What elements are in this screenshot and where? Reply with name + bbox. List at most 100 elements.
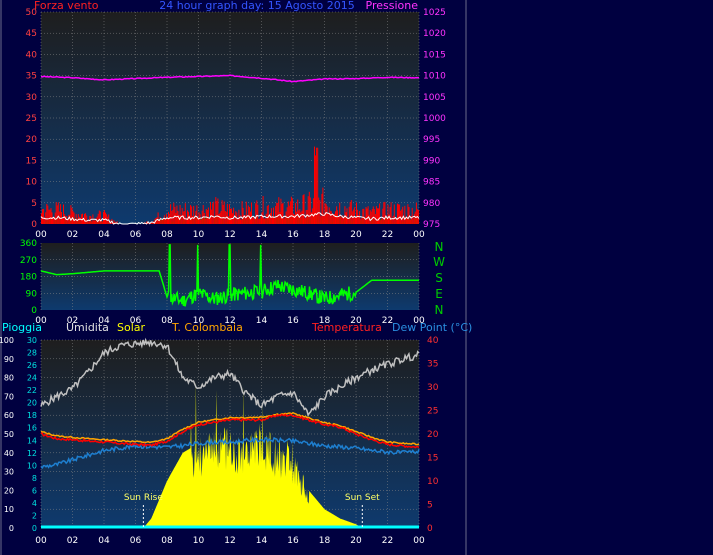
wind-speed-bar bbox=[193, 205, 195, 224]
pressure-tick-label: 995 bbox=[423, 135, 440, 145]
wind-speed-bar bbox=[62, 218, 63, 224]
x-tick-label: 14 bbox=[256, 230, 268, 240]
wind-tick-label: 45 bbox=[26, 29, 37, 39]
wind-speed-bar bbox=[233, 207, 235, 224]
x-tick-label: 12 bbox=[224, 230, 235, 240]
wind-speed-bar bbox=[412, 217, 414, 224]
wind-speed-bar bbox=[259, 218, 261, 224]
wind-speed-bar bbox=[339, 202, 341, 224]
wind-speed-bar bbox=[274, 218, 276, 224]
wind-speed-bar bbox=[316, 147, 318, 224]
rain-tick-label: 6 bbox=[32, 486, 37, 495]
wind-tick-label: 15 bbox=[26, 156, 37, 166]
wind-speed-bar bbox=[209, 218, 210, 224]
wind-speed-bar bbox=[64, 214, 66, 224]
wind-speed-bar bbox=[387, 204, 389, 224]
wind-speed-bar bbox=[191, 206, 193, 224]
wind-speed-bar bbox=[350, 200, 352, 224]
compass-w: W bbox=[433, 255, 445, 269]
wind-speed-bar bbox=[50, 208, 52, 224]
direction-ticks: 0 90 180 270 360 bbox=[20, 239, 37, 316]
wind-tick-label: 5 bbox=[31, 199, 37, 209]
wind-speed-bar bbox=[190, 204, 192, 224]
pressure-tick-label: 1000 bbox=[423, 114, 446, 124]
wind-speed-bar bbox=[331, 213, 333, 224]
wind-speed-bar bbox=[322, 187, 324, 224]
wind-speed-bar bbox=[297, 199, 299, 224]
wind-speed-bar bbox=[255, 203, 257, 224]
wind-speed-bar bbox=[344, 206, 346, 224]
wind-tick-label: 10 bbox=[26, 178, 38, 188]
wind-speed-bar bbox=[284, 215, 286, 224]
wind-speed-bar bbox=[377, 208, 378, 224]
wind-speed-bar bbox=[48, 209, 50, 224]
wind-speed-bar bbox=[176, 205, 178, 224]
wind-speed-bar bbox=[194, 217, 196, 224]
temperature-ticks: 0 5 10 15 20 25 30 35 40 bbox=[427, 336, 439, 534]
wind-speed-bar bbox=[254, 219, 256, 224]
wind-speed-bar bbox=[346, 208, 348, 224]
pressure-tick-label: 1015 bbox=[423, 50, 446, 60]
percent-tick-label: 10 bbox=[4, 505, 14, 514]
wind-speed-bar bbox=[318, 197, 320, 224]
wind-speed-bar bbox=[101, 221, 103, 224]
wind-speed-bar bbox=[187, 210, 188, 224]
x-tick-label: 16 bbox=[287, 536, 299, 546]
wind-speed-bar bbox=[49, 209, 51, 224]
wind-speed-bar bbox=[268, 216, 270, 224]
wind-speed-bar bbox=[363, 208, 365, 224]
wind-speed-bar bbox=[252, 217, 254, 224]
wind-speed-bar bbox=[260, 214, 262, 224]
x-tick-label: 04 bbox=[98, 230, 110, 240]
wind-speed-bar bbox=[348, 206, 350, 224]
temperature-tick-label: 25 bbox=[427, 407, 438, 417]
wind-speed-bar bbox=[355, 216, 356, 224]
percent-tick-label: 70 bbox=[4, 392, 14, 401]
pressure-tick-label: 1020 bbox=[423, 29, 446, 39]
percent-ticks: 0 10 20 30 40 50 60 70 80 90 100 bbox=[0, 336, 14, 533]
wind-speed-bar bbox=[320, 216, 322, 224]
wind-speed-bar bbox=[65, 216, 67, 224]
x-tick-label: 00 bbox=[35, 230, 47, 240]
legend-indoor-temp: T. Colombaia bbox=[171, 321, 243, 334]
wind-speed-bar bbox=[365, 207, 367, 224]
wind-pressure-panel: 05101520253035404550 9759809859909951000… bbox=[26, 8, 447, 240]
wind-speed-bar bbox=[52, 218, 54, 224]
wind-speed-bar bbox=[221, 200, 223, 224]
wind-speed-bar bbox=[327, 213, 329, 224]
sunset-label: Sun Set bbox=[345, 493, 380, 503]
pressure-ticks: 975 980 985 990 995 1000 1005 1010 1015 1020 1025 bbox=[423, 8, 446, 230]
wind-speed-bar bbox=[275, 206, 277, 224]
wind-speed-bar bbox=[338, 216, 340, 224]
wind-speed-bar bbox=[285, 211, 287, 224]
x-tick-label: 20 bbox=[350, 230, 362, 240]
wind-speed-bar bbox=[85, 213, 87, 224]
percent-tick-label: 100 bbox=[0, 336, 14, 345]
x-tick-label: 00 bbox=[413, 536, 425, 546]
temperature-tick-label: 5 bbox=[427, 501, 433, 511]
wind-speed-bar bbox=[253, 216, 255, 224]
wind-speed-bar bbox=[223, 201, 225, 224]
wind-speed-bar bbox=[231, 208, 232, 224]
temperature-tick-label: 30 bbox=[427, 383, 439, 393]
wind-speed-bar bbox=[267, 204, 269, 224]
compass-n-bottom: N bbox=[435, 303, 444, 317]
temperature-tick-label: 40 bbox=[427, 336, 439, 346]
wind-speed-bar bbox=[103, 211, 104, 224]
wind-speed-bar bbox=[258, 218, 260, 224]
wind-speed-bar bbox=[392, 215, 394, 224]
x-tick-label: 14 bbox=[256, 316, 268, 326]
wind-speed-bar bbox=[47, 205, 49, 224]
pressure-axis-label: Pressione bbox=[366, 0, 419, 12]
wind-speed-bar bbox=[207, 207, 209, 224]
wind-speed-bar bbox=[78, 216, 80, 224]
wind-speed-bar bbox=[229, 204, 230, 224]
wind-speed-bar bbox=[41, 213, 42, 224]
percent-tick-label: 90 bbox=[4, 355, 14, 364]
x-tick-label: 00 bbox=[413, 230, 425, 240]
wind-speed-bar bbox=[296, 211, 298, 224]
x-tick-label: 14 bbox=[256, 536, 268, 546]
wind-speed-bar bbox=[367, 206, 369, 224]
wind-speed-bar bbox=[290, 196, 292, 224]
wind-speed-bar bbox=[381, 218, 383, 224]
